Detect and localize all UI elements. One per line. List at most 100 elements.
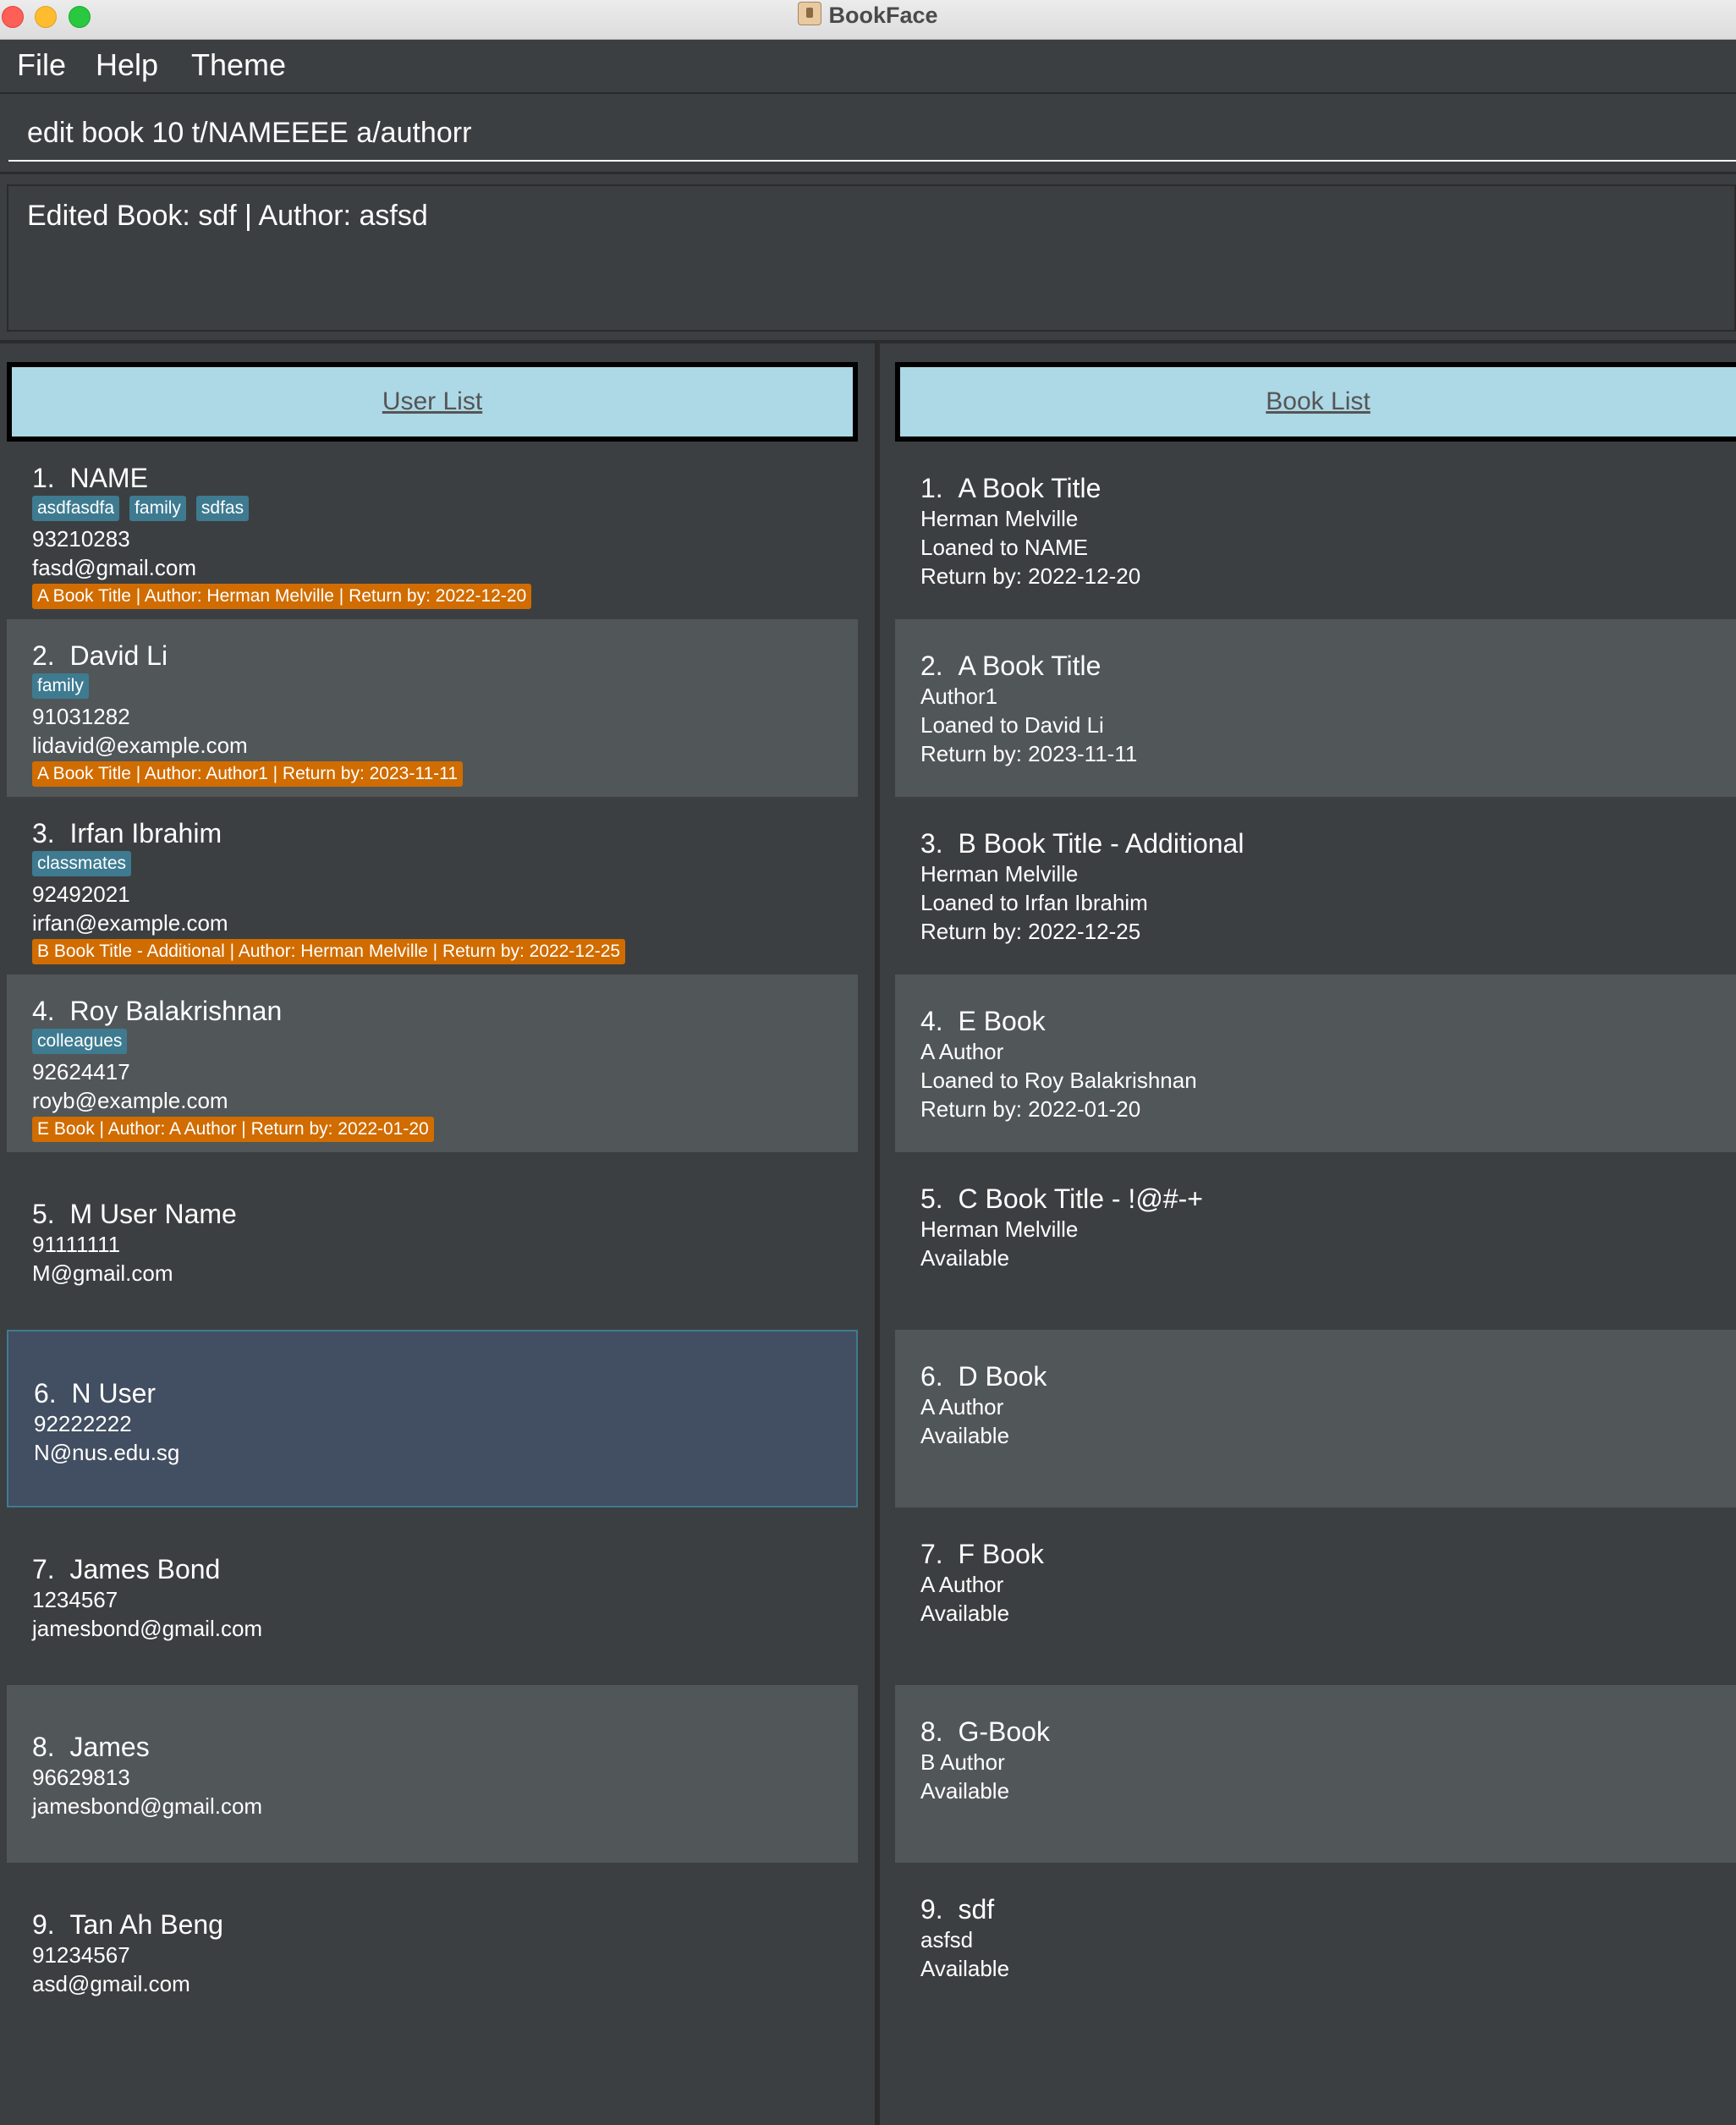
user-name-line: 3. Irfan Ibrahim [32, 817, 858, 849]
book-index: 4. [920, 1006, 943, 1036]
window-title-wrap: BookFace [0, 0, 1736, 30]
tag-badge: family [129, 496, 186, 521]
user-name-line: 6. N User [34, 1377, 856, 1409]
user-phone: 91234567 [32, 1942, 130, 1968]
book-author: Herman Melville [920, 506, 1079, 531]
book-card[interactable]: 2. A Book Title Author1 Loaned to David … [895, 619, 1736, 797]
user-tags: colleagues [32, 1029, 858, 1056]
book-title: A Book Title [958, 651, 1101, 681]
user-name: James [69, 1732, 150, 1762]
book-title-line: 3. B Book Title - Additional [920, 827, 1736, 859]
book-card[interactable]: 3. B Book Title - Additional Herman Melv… [895, 797, 1736, 975]
book-card[interactable]: 8. G-Book B Author Available [895, 1685, 1736, 1863]
book-card[interactable]: 5. C Book Title - !@#-+ Herman Melville … [895, 1152, 1736, 1330]
book-list-header[interactable]: Book List [895, 362, 1736, 442]
user-name-line: 2. David Li [32, 640, 858, 672]
user-card[interactable]: 3. Irfan Ibrahim classmates 92492021 irf… [7, 797, 858, 975]
book-title: C Book Title - !@#-+ [958, 1183, 1203, 1214]
user-name-line: 9. Tan Ah Beng [32, 1908, 858, 1941]
book-index: 5. [920, 1183, 943, 1214]
tag-badge: colleagues [32, 1029, 128, 1054]
user-index: 8. [32, 1732, 55, 1762]
user-email: N@nus.edu.sg [34, 1440, 180, 1465]
user-name-line: 7. James Bond [32, 1553, 858, 1585]
book-status: Loaned to Roy Balakrishnan [920, 1068, 1197, 1093]
loan-badge: B Book Title - Additional | Author: Herm… [32, 939, 626, 964]
book-title-line: 4. E Book [920, 1005, 1736, 1037]
split-pane-divider[interactable] [875, 343, 880, 2125]
user-card[interactable]: 8. James 96629813 jamesbond@gmail.com [7, 1685, 858, 1863]
user-name: Tan Ah Beng [69, 1909, 223, 1940]
book-status: Loaned to David Li [920, 712, 1104, 738]
book-card[interactable]: 7. F Book A Author Available [895, 1507, 1736, 1685]
book-card[interactable]: 6. D Book A Author Available [895, 1330, 1736, 1507]
user-card-selected[interactable]: 6. N User 92222222 N@nus.edu.sg [7, 1330, 858, 1507]
window-title-bar: BookFace [0, 0, 1736, 40]
book-title-line: 5. C Book Title - !@#-+ [920, 1183, 1736, 1215]
user-name: David Li [69, 640, 168, 671]
user-index: 4. [32, 996, 55, 1026]
book-status: Available [920, 1778, 1010, 1804]
user-index: 5. [32, 1199, 55, 1229]
user-index: 7. [32, 1554, 55, 1584]
user-index: 1. [32, 463, 55, 493]
user-card[interactable]: 1. NAME asdfasdfa family sdfas 93210283 fa… [7, 442, 858, 619]
user-email: asd@gmail.com [32, 1971, 190, 1996]
user-phone: 92222222 [34, 1411, 132, 1436]
command-input[interactable] [8, 106, 1736, 162]
book-author: A Author [920, 1572, 1004, 1597]
user-name: N User [71, 1378, 157, 1408]
book-status: Loaned to NAME [920, 535, 1089, 560]
menu-help[interactable]: Help [96, 47, 158, 84]
book-status: Available [920, 1423, 1010, 1448]
user-name-line: 8. James [32, 1731, 858, 1763]
book-index: 9. [920, 1894, 943, 1925]
tag-badge: family [32, 673, 89, 699]
user-card[interactable]: 4. Roy Balakrishnan colleagues 92624417 … [7, 975, 858, 1152]
user-phone: 92624417 [32, 1059, 130, 1084]
user-phone: 96629813 [32, 1765, 130, 1790]
user-tags: classmates [32, 851, 858, 878]
book-index: 7. [920, 1539, 943, 1569]
book-return-by: Return by: 2022-01-20 [920, 1096, 1141, 1122]
book-title: D Book [958, 1361, 1047, 1392]
book-title-line: 9. sdf [920, 1893, 1736, 1925]
book-title: sdf [958, 1894, 995, 1925]
book-title: G-Book [958, 1716, 1050, 1747]
user-index: 2. [32, 640, 55, 671]
user-tags: asdfasdfa family sdfas [32, 496, 858, 523]
user-card[interactable]: 2. David Li family 91031282 lidavid@exam… [7, 619, 858, 797]
menu-theme[interactable]: Theme [191, 47, 286, 84]
book-status: Loaned to Irfan Ibrahim [920, 890, 1148, 915]
book-status: Available [920, 1956, 1010, 1981]
divider [0, 340, 1736, 343]
user-email: irfan@example.com [32, 910, 228, 936]
book-list[interactable]: 1. A Book Title Herman Melville Loaned t… [895, 442, 1736, 2040]
book-author: asfsd [920, 1927, 974, 1952]
book-return-by: Return by: 2022-12-20 [920, 563, 1141, 589]
book-card[interactable]: 9. sdf asfsd Available [895, 1863, 1736, 2040]
user-index: 9. [32, 1909, 55, 1940]
loan-badge: A Book Title | Author: Author1 | Return … [32, 761, 463, 787]
user-index: 6. [34, 1378, 57, 1408]
book-author: Author1 [920, 684, 998, 709]
user-list-header[interactable]: User List [7, 362, 858, 442]
user-email: jamesbond@gmail.com [32, 1616, 263, 1641]
user-list[interactable]: 1. NAME asdfasdfa family sdfas 93210283 fa… [7, 442, 858, 2040]
user-tags: family [32, 673, 858, 700]
book-card[interactable]: 4. E Book A Author Loaned to Roy Balakri… [895, 975, 1736, 1152]
book-card[interactable]: 1. A Book Title Herman Melville Loaned t… [895, 442, 1736, 619]
book-index: 3. [920, 828, 943, 859]
user-card[interactable]: 7. James Bond 1234567 jamesbond@gmail.co… [7, 1507, 858, 1685]
book-title-line: 7. F Book [920, 1538, 1736, 1570]
book-title-line: 8. G-Book [920, 1716, 1736, 1748]
book-author: Herman Melville [920, 861, 1079, 887]
book-index: 1. [920, 473, 943, 503]
user-card[interactable]: 9. Tan Ah Beng 91234567 asd@gmail.com [7, 1863, 858, 2040]
book-index: 2. [920, 651, 943, 681]
menu-file[interactable]: File [17, 47, 66, 84]
user-phone: 91111111 [32, 1232, 121, 1257]
user-phone: 1234567 [32, 1587, 118, 1612]
book-title: E Book [958, 1006, 1046, 1036]
user-card[interactable]: 5. M User Name 91111111 M@gmail.com [7, 1152, 858, 1330]
